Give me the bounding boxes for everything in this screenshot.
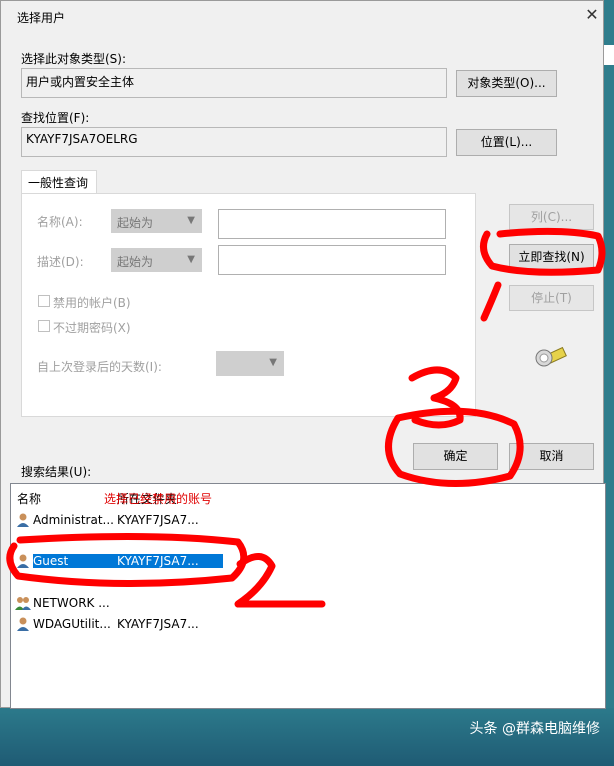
annotation-circle-guest	[6, 532, 248, 588]
annotation-circle-find-now	[479, 227, 606, 276]
annotation-mark-2	[234, 553, 326, 608]
annotation-mark-1	[480, 281, 502, 322]
red-ink-annotations	[6, 227, 606, 608]
